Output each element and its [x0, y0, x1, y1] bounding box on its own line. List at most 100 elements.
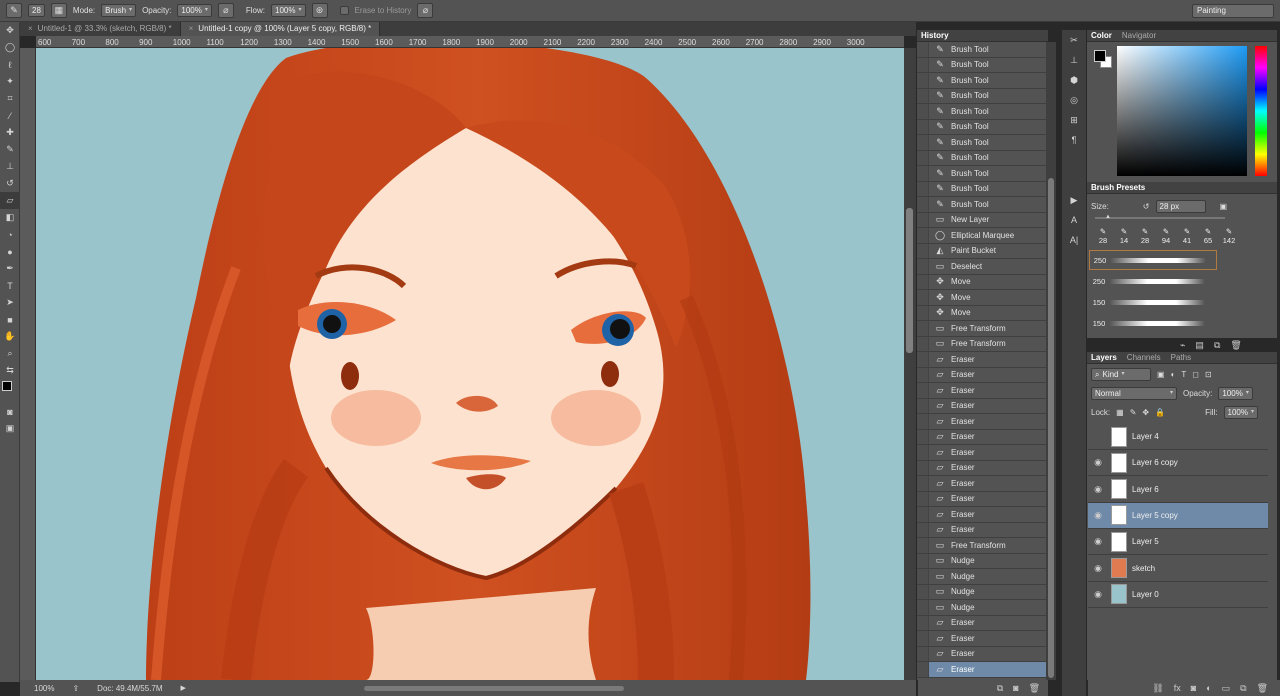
toggle-brush-preview-icon[interactable]: ⌁ [1180, 340, 1185, 351]
add-mask-icon[interactable]: ◙ [1191, 683, 1196, 693]
history-state[interactable]: ▭ Nudge [917, 600, 1048, 616]
history-state[interactable]: ✎ Brush Tool [917, 135, 1048, 151]
layer-style-fx-icon[interactable]: fx [1174, 683, 1181, 693]
pressure-opacity-icon[interactable]: ⌀ [217, 3, 234, 18]
character-icon[interactable]: A| [1062, 230, 1086, 250]
layer-row[interactable]: Layer 4 [1088, 424, 1268, 450]
history-brush-source-toggle[interactable] [917, 522, 929, 537]
history-state[interactable]: ✎ Brush Tool [917, 181, 1048, 197]
filter-adjustment-icon[interactable]: ◐ [1171, 370, 1176, 379]
snapshot-camera-icon[interactable]: ◙ [1013, 683, 1018, 693]
properties-icon[interactable]: ⊞ [1062, 110, 1086, 130]
history-brush-source-toggle[interactable] [917, 166, 929, 181]
history-state[interactable]: ▭ Free Transform [917, 336, 1048, 352]
kind-filter-dropdown[interactable]: ⌕ Kind ▾ [1091, 368, 1151, 381]
brush-panel-icon[interactable]: ▣ [1220, 202, 1228, 211]
trash-icon[interactable]: 🗑 [1230, 340, 1241, 351]
canvas[interactable] [36, 48, 904, 680]
history-brush-source-toggle[interactable] [917, 181, 929, 196]
layer-row[interactable]: ◉ Layer 5 [1088, 529, 1268, 556]
history-state[interactable]: ▱ Eraser [917, 522, 1048, 538]
swap-colors-icon[interactable]: ⇆ [0, 362, 20, 379]
history-brush-source-toggle[interactable] [917, 104, 929, 119]
glyphs-icon[interactable]: A [1062, 210, 1086, 230]
pen-tool-icon[interactable]: ✒ [0, 260, 20, 277]
doc-tab-2[interactable]: × Untitled-1 copy @ 100% (Layer 5 copy, R… [180, 22, 381, 36]
history-brush-source-toggle[interactable] [917, 646, 929, 661]
history-state[interactable]: ✥ Move [917, 305, 1048, 321]
quick-mask-icon[interactable]: ◙ [0, 403, 20, 420]
history-brush-source-toggle[interactable] [917, 212, 929, 227]
history-brush-source-toggle[interactable] [917, 631, 929, 646]
zoom-level[interactable]: 100% [34, 684, 54, 693]
path-select-tool-icon[interactable]: ➤ [0, 294, 20, 311]
adjustments-icon[interactable]: ◎ [1062, 90, 1086, 110]
history-state[interactable]: ✥ Move [917, 290, 1048, 306]
history-state[interactable]: ▭ Free Transform [917, 321, 1048, 337]
airbrush-icon[interactable]: ⊛ [311, 3, 328, 18]
eye-icon[interactable]: ◉ [1088, 536, 1108, 547]
brush-panel-toggle-icon[interactable]: ▦ [50, 3, 67, 18]
slider-handle[interactable]: ▲ [1105, 214, 1111, 220]
history-state[interactable]: ▱ Eraser [917, 352, 1048, 368]
gradient-tool-icon[interactable]: ◧ [0, 209, 20, 226]
history-state[interactable]: ✎ Brush Tool [917, 197, 1048, 213]
history-state[interactable]: ▱ Eraser [917, 398, 1048, 414]
layer-opacity-field[interactable]: 100% ▾ [1218, 387, 1253, 400]
healing-brush-tool-icon[interactable]: ✚ [0, 124, 20, 141]
layer-row[interactable]: ◉ Layer 5 copy [1088, 502, 1268, 529]
layers-tab[interactable]: Layers [1091, 353, 1117, 362]
hand-tool-icon[interactable]: ✋ [0, 328, 20, 345]
history-state[interactable]: ▱ Eraser [917, 429, 1048, 445]
history-brush-source-toggle[interactable] [917, 352, 929, 367]
brush-size-picker[interactable]: 28 [28, 4, 45, 17]
paragraph-icon[interactable]: ¶ [1062, 130, 1086, 150]
erase-to-history-checkbox[interactable] [339, 6, 349, 15]
layer-name[interactable]: Layer 6 copy [1132, 458, 1178, 467]
history-state[interactable]: ◭ Paint Bucket [917, 243, 1048, 259]
dodge-tool-icon[interactable]: ● [0, 243, 20, 260]
history-brush-source-toggle[interactable] [917, 615, 929, 630]
size-field[interactable]: 28 px [1155, 200, 1206, 213]
link-layers-icon[interactable]: ⛓ [1152, 683, 1163, 694]
eye-icon[interactable]: ◉ [1088, 457, 1108, 468]
history-brush-source-toggle[interactable] [917, 507, 929, 522]
lock-position-icon[interactable]: ✥ [1142, 408, 1149, 417]
history-state[interactable]: ✎ Brush Tool [917, 119, 1048, 135]
zoom-tool-icon[interactable]: ⌕ [0, 345, 20, 362]
history-brush-source-toggle[interactable] [917, 460, 929, 475]
channels-tab[interactable]: Channels [1127, 353, 1161, 362]
filter-type-icon[interactable]: T [1181, 370, 1186, 379]
history-brush-source-toggle[interactable] [917, 259, 929, 274]
history-state[interactable]: ▱ Eraser [917, 460, 1048, 476]
history-brush-source-toggle[interactable] [917, 383, 929, 398]
filter-pixel-icon[interactable]: ▣ [1157, 370, 1165, 379]
filter-shape-icon[interactable]: ◻ [1192, 370, 1199, 379]
blur-tool-icon[interactable]: ◔ [0, 226, 20, 243]
history-state[interactable]: ▱ Eraser [917, 631, 1048, 647]
hue-slider[interactable] [1255, 46, 1267, 176]
history-state[interactable]: ✎ Brush Tool [917, 73, 1048, 89]
opacity-field[interactable]: 100% ▾ [177, 4, 212, 17]
history-state[interactable]: ▱ Eraser [917, 367, 1048, 383]
size-slider[interactable]: ▲ [1095, 214, 1225, 220]
history-state[interactable]: ▱ Eraser [917, 491, 1048, 507]
foreground-color-swatch[interactable] [2, 381, 12, 391]
color-field[interactable] [1117, 46, 1247, 176]
history-brush-source-toggle[interactable] [917, 553, 929, 568]
layer-name[interactable]: Layer 6 [1132, 485, 1159, 494]
new-document-from-state-icon[interactable]: ⧉ [997, 683, 1003, 694]
history-state[interactable]: ▱ Eraser [917, 662, 1048, 678]
history-brush-source-toggle[interactable] [917, 243, 929, 258]
lock-pixels-icon[interactable]: ✎ [1130, 408, 1137, 417]
history-brush-source-toggle[interactable] [917, 445, 929, 460]
actions-play-icon[interactable]: ▶ [1062, 190, 1086, 210]
history-state[interactable]: ✎ Brush Tool [917, 42, 1048, 58]
trash-icon[interactable]: 🗑 [1257, 683, 1268, 694]
brush-settings-icon[interactable]: ✂ [1062, 30, 1086, 50]
history-state[interactable]: ▭ Nudge [917, 584, 1048, 600]
brush-tip-preset[interactable]: ✎ 14 [1114, 227, 1134, 245]
history-state[interactable]: ▱ Eraser [917, 615, 1048, 631]
history-state[interactable]: ▭ Nudge [917, 553, 1048, 569]
history-brush-source-toggle[interactable] [917, 290, 929, 305]
